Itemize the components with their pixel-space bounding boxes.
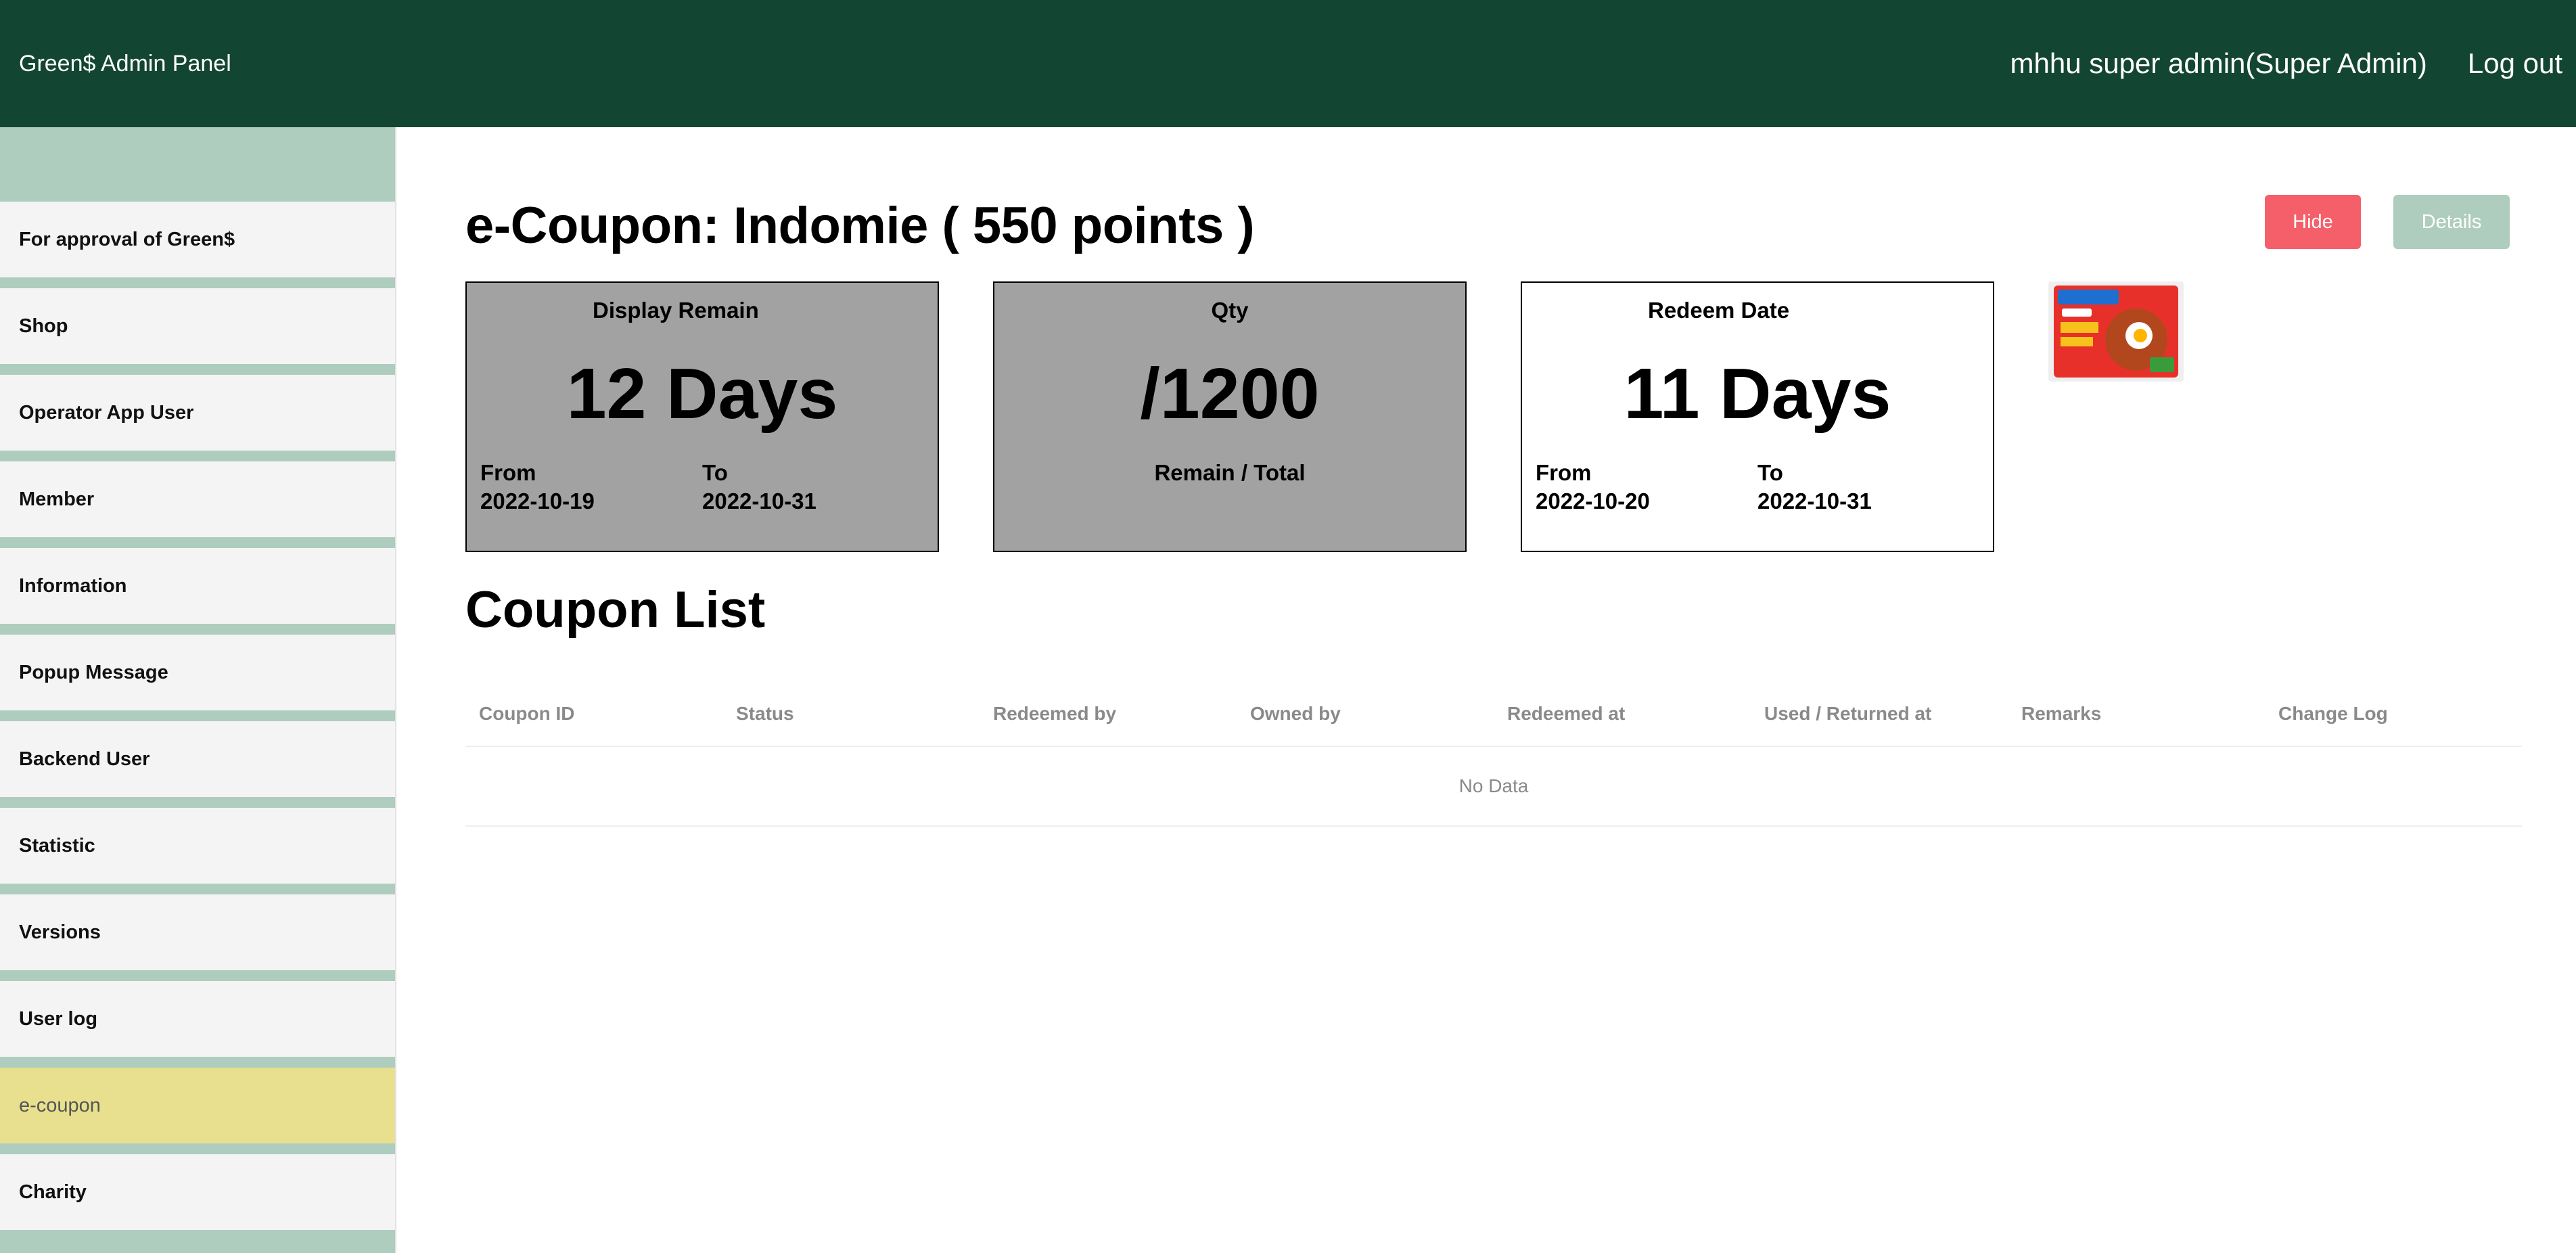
column-header: Redeemed at — [1507, 703, 1626, 724]
sidebar-item-versions[interactable]: Versions — [0, 894, 395, 970]
qty-subtitle: Remain / Total — [1154, 460, 1306, 485]
qty-card: Qty /1200 Remain / Total — [993, 281, 1467, 552]
sidebar-item-shop[interactable]: Shop — [0, 288, 395, 364]
to-label: To — [702, 460, 728, 485]
logout-link[interactable]: Log out — [2468, 47, 2562, 80]
sidebar-item-charity[interactable]: Charity — [0, 1154, 395, 1230]
top-bar: Green$ Admin Panel mhhu super admin(Supe… — [0, 0, 2576, 127]
coupon-product-image — [2048, 281, 2184, 382]
coupon-table: Coupon ID Status Redeemed by Owned by Re… — [465, 682, 2522, 827]
main-content: e-Coupon: Indomie ( 550 points ) Hide De… — [465, 127, 2522, 1253]
sidebar-item-information[interactable]: Information — [0, 548, 395, 624]
sidebar-header — [0, 127, 395, 202]
to-label: To — [1757, 460, 1783, 485]
from-date: 2022-10-19 — [480, 488, 595, 514]
sidebar-item-e-coupon[interactable]: e-coupon — [0, 1068, 395, 1143]
sidebar-item-backend-user[interactable]: Backend User — [0, 721, 395, 797]
redeem-date-card: Redeem Date 11 Days From 2022-10-20 To 2… — [1521, 281, 1994, 552]
column-header: Redeemed by — [993, 703, 1117, 724]
top-right-area: mhhu super admin(Super Admin) Log out — [2010, 47, 2562, 80]
column-header: Status — [736, 703, 794, 724]
qty-value: /1200 — [1140, 354, 1320, 434]
table-empty-message: No Data — [465, 747, 2522, 827]
column-header: Coupon ID — [479, 703, 575, 724]
sidebar-item-popup-message[interactable]: Popup Message — [0, 635, 395, 710]
coupon-list-title: Coupon List — [465, 581, 766, 639]
current-user-label: mhhu super admin(Super Admin) — [2010, 47, 2427, 79]
to-date: 2022-10-31 — [1757, 488, 1872, 514]
display-remain-value: 12 Days — [566, 354, 838, 434]
app-title: Green$ Admin Panel — [19, 50, 231, 76]
page-title: e-Coupon: Indomie ( 550 points ) — [465, 197, 1255, 254]
to-date: 2022-10-31 — [702, 488, 816, 514]
sidebar-item-user-log[interactable]: User log — [0, 981, 395, 1057]
hide-button[interactable]: Hide — [2265, 195, 2361, 249]
card-title: Qty — [1211, 298, 1249, 323]
from-label: From — [480, 460, 536, 485]
sidebar-item-approval[interactable]: For approval of Green$ — [0, 202, 395, 277]
column-header: Used / Returned at — [1764, 703, 1932, 724]
redeem-date-value: 11 Days — [1624, 354, 1891, 434]
details-button[interactable]: Details — [2393, 195, 2510, 249]
column-header: Owned by — [1250, 703, 1341, 724]
sidebar: For approval of Green$ Shop Operator App… — [0, 127, 396, 1253]
sidebar-item-statistic[interactable]: Statistic — [0, 808, 395, 884]
table-header: Coupon ID Status Redeemed by Owned by Re… — [465, 682, 2522, 747]
card-title: Redeem Date — [1648, 298, 1790, 323]
display-remain-card: Display Remain 12 Days From 2022-10-19 T… — [465, 281, 939, 552]
column-header: Remarks — [2021, 703, 2102, 724]
sidebar-item-member[interactable]: Member — [0, 461, 395, 537]
from-date: 2022-10-20 — [1536, 488, 1650, 514]
column-header: Change Log — [2278, 703, 2388, 724]
sidebar-item-operator-app-user[interactable]: Operator App User — [0, 375, 395, 451]
from-label: From — [1536, 460, 1592, 485]
card-title: Display Remain — [593, 298, 759, 323]
